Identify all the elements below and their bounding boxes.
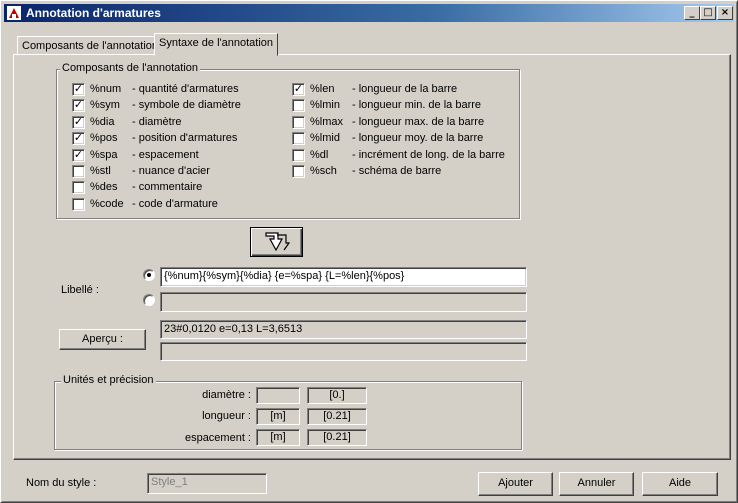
units-espacement-unit[interactable]: [m] (256, 429, 300, 446)
checkbox[interactable]: ✓ (72, 99, 85, 113)
checkbox[interactable] (292, 115, 305, 129)
component-description: - longueur min. de la barre (352, 99, 482, 112)
title-bar[interactable]: Annotation d'armatures _ □ × (4, 4, 734, 22)
component-code: %lmid (310, 132, 340, 145)
checkbox[interactable] (72, 181, 85, 195)
components-group-title: Composants de l'annotation (60, 62, 201, 74)
libelle-input-1[interactable]: {%num}{%sym}{%dia} {e=%spa} {L=%len}{%po… (160, 267, 527, 287)
units-group-title: Unités et précision (61, 374, 156, 386)
component-description: - code d'armature (132, 197, 218, 210)
units-diametre-unit[interactable] (256, 387, 300, 404)
apercu-button-label: Aperçu : (82, 333, 123, 345)
close-button[interactable]: × (717, 6, 733, 20)
component-description: - incrément de long. de la barre (352, 148, 505, 161)
units-espacement-precision[interactable]: [0.21] (307, 429, 367, 446)
component-description: - diamètre (132, 115, 182, 128)
insert-arrow-icon (264, 232, 290, 252)
units-diametre-precision[interactable]: [0.] (307, 387, 367, 404)
help-button-label: Aide (668, 477, 692, 489)
component-description: - position d'armatures (132, 132, 238, 145)
component-code: %spa (90, 148, 118, 161)
units-longueur-precision[interactable]: [0.21] (307, 408, 367, 425)
libelle-radio-2[interactable] (143, 294, 155, 306)
tab-syntaxe[interactable]: Syntaxe de l'annotation (154, 33, 279, 56)
tab-label: Composants de l'annotation (22, 40, 159, 52)
window-title: Annotation d'armatures (26, 6, 161, 20)
component-code: %sym (90, 99, 120, 112)
component-description: - longueur moy. de la barre (352, 132, 484, 145)
component-description: - schéma de barre (352, 165, 442, 177)
checkbox[interactable] (292, 132, 305, 146)
apercu-button[interactable]: Aperçu : (59, 329, 146, 350)
checkbox[interactable] (292, 165, 305, 178)
component-code: %dia (90, 115, 115, 128)
checkbox[interactable] (292, 148, 305, 162)
style-name-field[interactable]: Style_1 (147, 473, 267, 494)
units-label-longueur: longueur : (202, 410, 251, 422)
libelle-radio-1[interactable] (143, 269, 155, 281)
checkbox[interactable]: ✓ (72, 83, 85, 96)
units-longueur-unit[interactable]: [m] (256, 408, 300, 425)
checkbox[interactable] (72, 197, 85, 211)
minimize-icon: _ (689, 7, 695, 18)
component-code: %lmax (310, 115, 344, 128)
apercu-field-2 (160, 342, 527, 361)
units-label-diametre: diamètre : (202, 389, 251, 401)
add-button-label: Ajouter (498, 477, 533, 489)
component-code: %pos (90, 132, 118, 145)
component-description: - espacement (132, 148, 199, 161)
checkbox[interactable]: ✓ (292, 83, 305, 96)
component-description: - longueur de la barre (352, 83, 458, 95)
units-label-espacement: espacement : (184, 432, 251, 444)
checkbox[interactable]: ✓ (72, 115, 85, 129)
help-button[interactable]: Aide (642, 472, 718, 496)
checkbox[interactable] (72, 165, 85, 178)
component-code: %des (90, 181, 118, 194)
component-code: %lmin (310, 99, 340, 112)
style-name-label: Nom du style : (26, 477, 97, 489)
component-code: %stl (90, 165, 111, 177)
app-icon (7, 6, 21, 20)
checkbox[interactable] (292, 99, 305, 113)
component-code: %num (90, 83, 122, 95)
maximize-icon: □ (703, 7, 713, 18)
maximize-button[interactable]: □ (700, 6, 716, 20)
libelle-input-2[interactable] (160, 292, 527, 312)
minimize-button[interactable]: _ (684, 6, 700, 20)
cancel-button-label: Annuler (577, 477, 616, 489)
component-code: %sch (310, 165, 337, 177)
component-code: %code (90, 197, 124, 210)
component-description: - quantité d'armatures (132, 83, 239, 95)
component-code: %len (310, 83, 335, 95)
apercu-field-1: 23#0,0120 e=0,13 L=3,6513 (160, 320, 527, 339)
component-code: %dl (310, 148, 329, 161)
checkbox[interactable]: ✓ (72, 132, 85, 146)
add-button[interactable]: Ajouter (478, 472, 553, 496)
close-icon: × (720, 7, 730, 18)
cancel-button[interactable]: Annuler (559, 472, 634, 496)
component-description: - symbole de diamètre (132, 99, 241, 112)
tab-composants[interactable]: Composants de l'annotation (17, 36, 164, 56)
component-description: - longueur max. de la barre (352, 115, 485, 128)
insert-button[interactable] (250, 227, 303, 257)
component-description: - nuance d'acier (132, 165, 210, 177)
dialog-window: Annotation d'armatures _ □ × Composants … (0, 0, 738, 503)
checkbox[interactable]: ✓ (72, 148, 85, 162)
libelle-label: Libellé : (61, 284, 99, 296)
component-description: - commentaire (132, 181, 203, 194)
tab-label: Syntaxe de l'annotation (159, 37, 274, 49)
